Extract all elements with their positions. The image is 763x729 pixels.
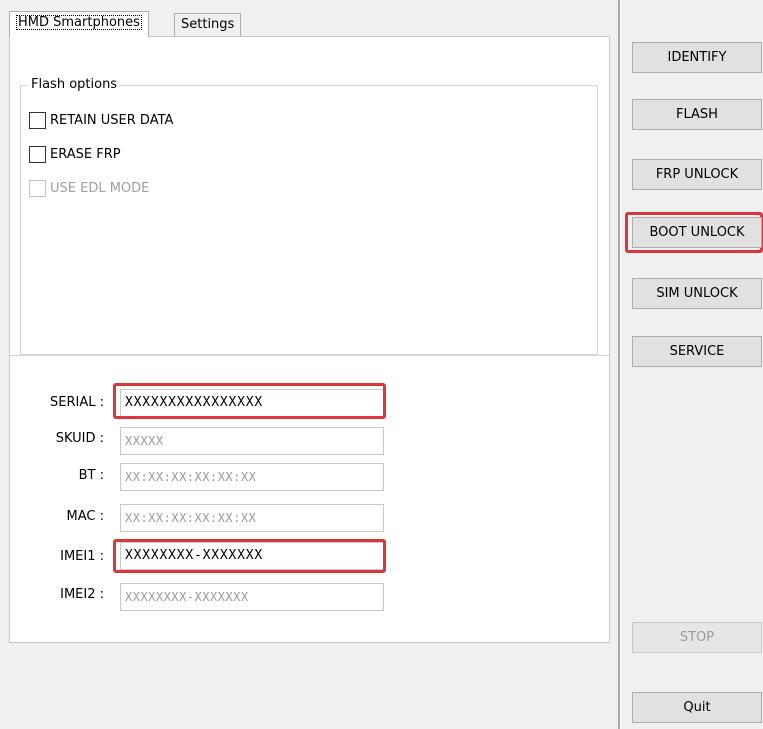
boot-unlock-button[interactable]: BOOT UNLOCK (632, 217, 762, 248)
flash-options-title: Flash options (29, 77, 120, 92)
main-panel-area: HMD Smartphones Settings Flash options R… (0, 0, 618, 729)
flash-options-group: Flash options RETAIN USER DATA ERASE FRP… (20, 77, 598, 355)
bt-label: BT : (78, 468, 104, 483)
imei1-highlight (113, 539, 386, 573)
mac-field[interactable]: XX:XX:XX:XX:XX:XX (120, 504, 384, 532)
stop-button: STOP (632, 622, 762, 653)
retain-user-data-checkbox[interactable]: RETAIN USER DATA (29, 112, 173, 129)
skuid-label: SKUID : (55, 431, 104, 446)
use-edl-mode-box (29, 180, 46, 197)
tab-settings[interactable]: Settings (174, 13, 242, 37)
vertical-divider (618, 0, 621, 729)
serial-highlight (113, 383, 386, 419)
retain-user-data-box[interactable] (29, 112, 46, 129)
flash-button[interactable]: FLASH (632, 99, 762, 130)
imei2-field[interactable]: XXXXXXXX-XXXXXXX (120, 583, 384, 611)
erase-frp-box[interactable] (29, 146, 46, 163)
imei1-label: IMEI1 : (60, 549, 104, 564)
erase-frp-checkbox[interactable]: ERASE FRP (29, 146, 121, 163)
bt-field[interactable]: XX:XX:XX:XX:XX:XX (120, 463, 384, 491)
skuid-field[interactable]: XXXXX (120, 427, 384, 455)
use-edl-mode-label: USE EDL MODE (50, 181, 150, 196)
panel-separator (10, 355, 609, 356)
serial-label: SERIAL : (50, 395, 104, 410)
frp-unlock-button[interactable]: FRP UNLOCK (632, 159, 762, 190)
sim-unlock-button[interactable]: SIM UNLOCK (632, 278, 762, 309)
identify-button[interactable]: IDENTIFY (632, 42, 762, 73)
retain-user-data-label: RETAIN USER DATA (50, 113, 174, 128)
mac-label: MAC : (66, 509, 104, 524)
erase-frp-label: ERASE FRP (50, 147, 121, 162)
tab-hmd-smartphones[interactable]: HMD Smartphones (9, 11, 149, 37)
service-button[interactable]: SERVICE (632, 336, 762, 367)
use-edl-mode-checkbox: USE EDL MODE (29, 180, 149, 197)
tab-settings-label: Settings (181, 17, 235, 32)
quit-button[interactable]: Quit (632, 692, 762, 723)
imei2-label: IMEI2 : (60, 587, 104, 602)
tab-hmd-smartphones-label: HMD Smartphones (16, 15, 142, 30)
